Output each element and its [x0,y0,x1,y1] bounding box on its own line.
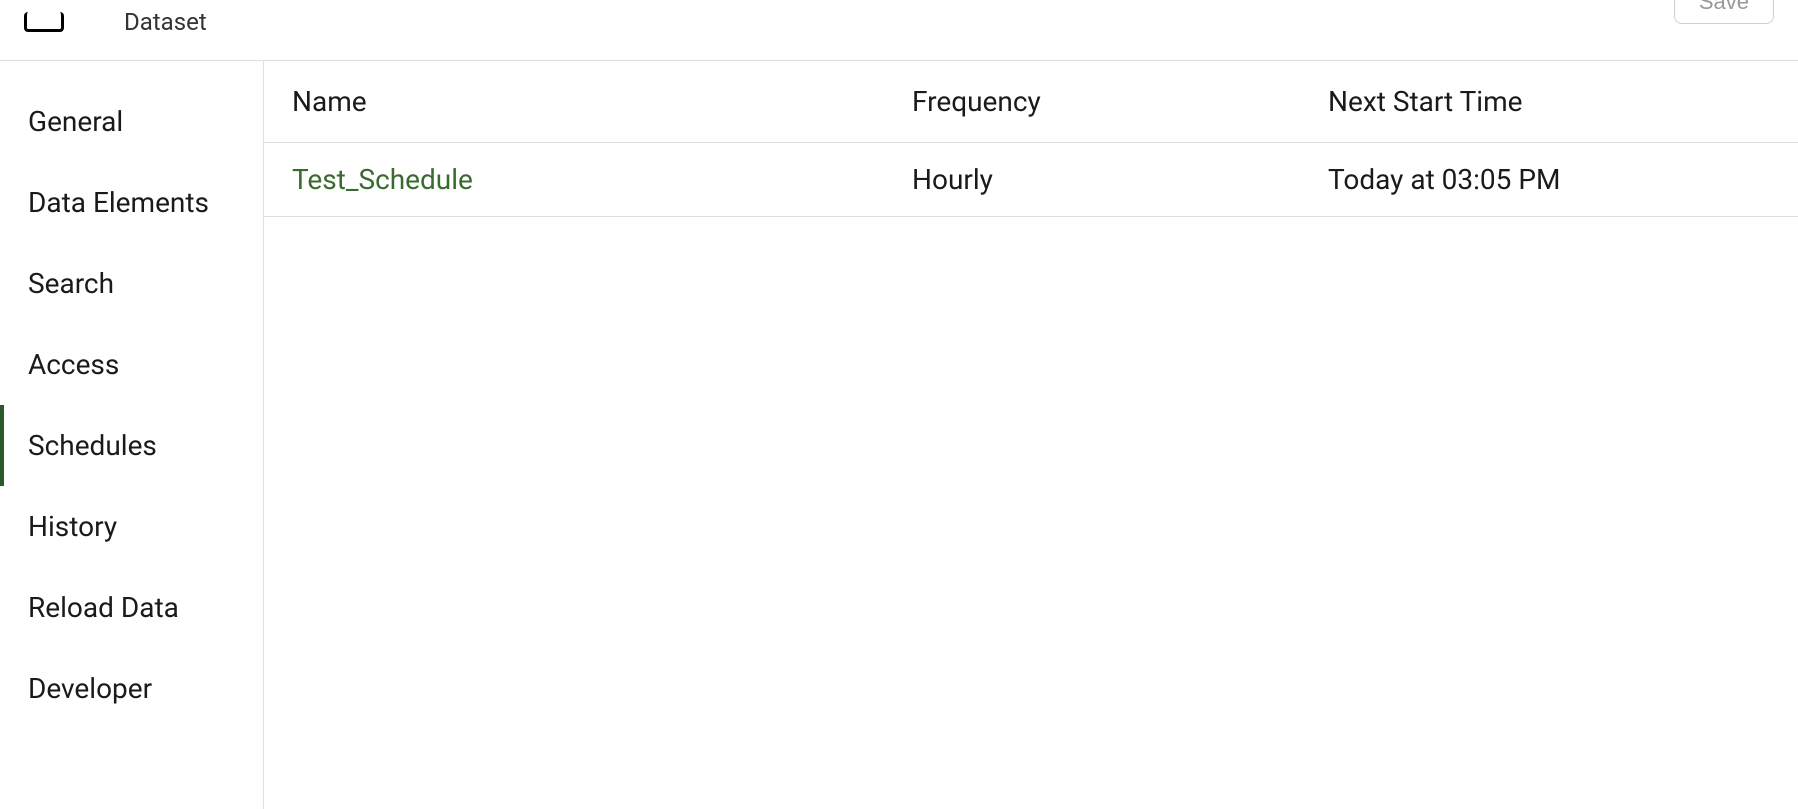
sidebar-item-schedules[interactable]: Schedules [0,405,263,486]
sidebar-item-developer[interactable]: Developer [0,648,263,729]
sidebar-item-label: Developer [28,672,152,705]
sidebar-item-reload-data[interactable]: Reload Data [0,567,263,648]
main-content: Name Frequency Next Start Time Test_Sche… [264,61,1798,809]
sidebar-item-label: Reload Data [28,591,179,624]
sidebar-item-data-elements[interactable]: Data Elements [0,162,263,243]
column-header-next-start: Next Start Time [1328,85,1770,118]
sidebar-item-access[interactable]: Access [0,324,263,405]
save-button[interactable]: Save [1674,0,1774,24]
schedule-name-link[interactable]: Test_Schedule [292,163,473,196]
table-row: Test_Schedule Hourly Today at 03:05 PM [264,143,1798,217]
sidebar-item-label: General [28,105,123,138]
header: Dataset Save [0,0,1798,61]
sidebar-item-label: Search [28,267,114,300]
schedule-next-start: Today at 03:05 PM [1328,163,1770,196]
sidebar-item-history[interactable]: History [0,486,263,567]
schedule-frequency: Hourly [912,163,1328,196]
sidebar-item-label: Access [28,348,119,381]
sidebar-item-search[interactable]: Search [0,243,263,324]
table-header: Name Frequency Next Start Time [264,61,1798,143]
column-header-name: Name [292,85,912,118]
column-header-frequency: Frequency [912,85,1328,118]
sidebar-item-label: Data Elements [28,186,209,219]
sidebar-item-label: Schedules [28,429,157,462]
layout: General Data Elements Search Access Sche… [0,61,1798,809]
sidebar-item-label: History [28,510,117,543]
dataset-icon [24,12,64,32]
sidebar: General Data Elements Search Access Sche… [0,61,264,809]
sidebar-item-general[interactable]: General [0,81,263,162]
header-left: Dataset [24,8,207,36]
header-subtitle: Dataset [124,8,207,36]
